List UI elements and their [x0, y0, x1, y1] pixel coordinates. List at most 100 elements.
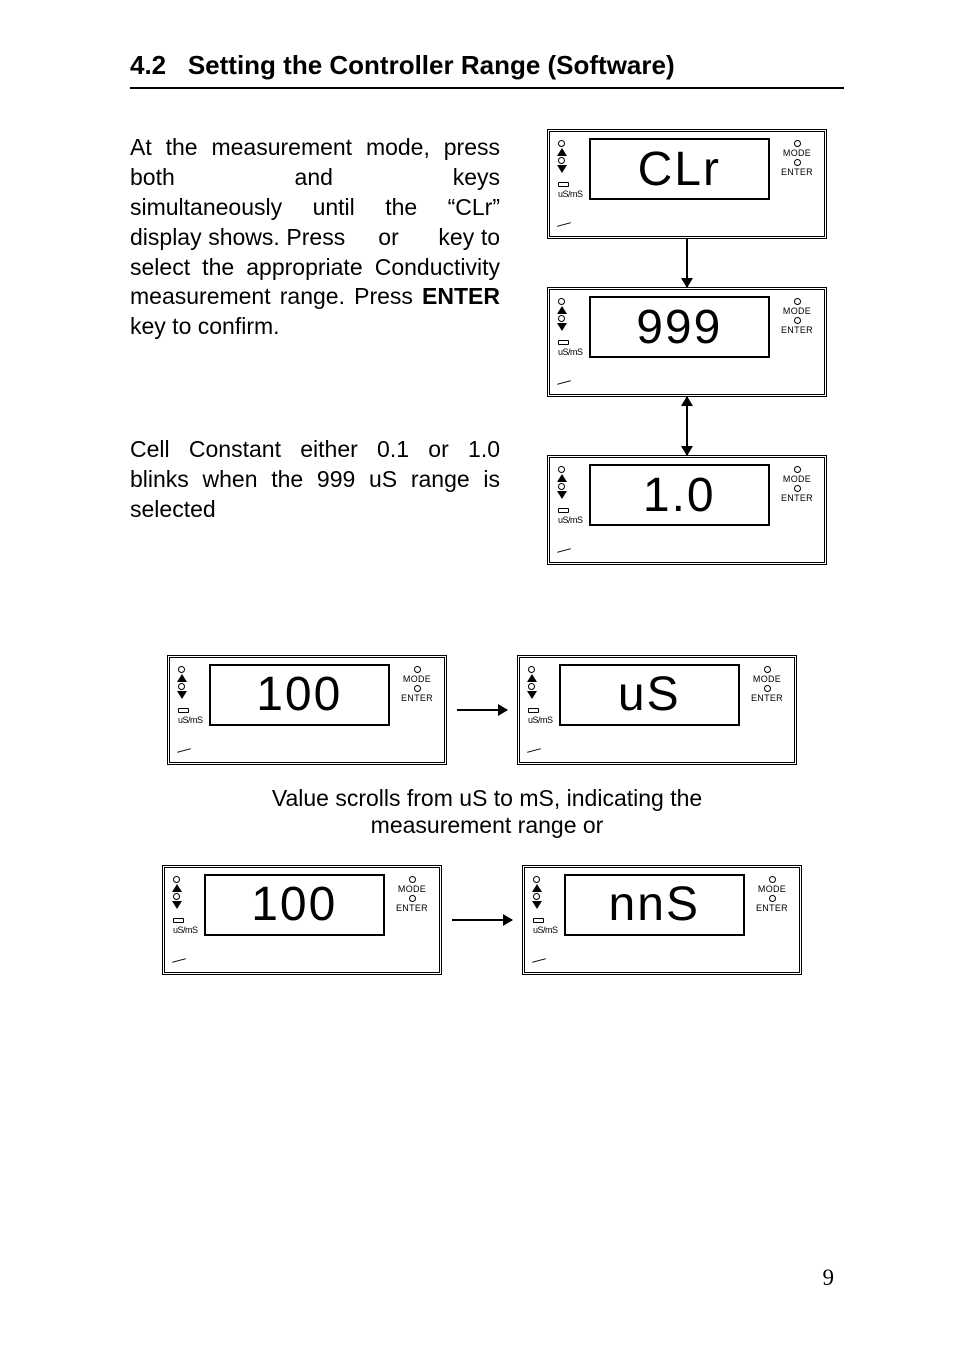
led-icon [173, 876, 180, 883]
led-icon [769, 895, 776, 902]
device-row-1: uS/mS 100 MODE ENTER [120, 655, 844, 765]
left-icon-stack: uS/mS [533, 874, 558, 935]
p1-b: and [295, 164, 333, 190]
enter-label: ENTER [756, 903, 788, 913]
strike-icon [527, 748, 541, 753]
mode-label: MODE [783, 148, 811, 158]
enter-bold: ENTER [422, 283, 500, 309]
lcd-screen: uS [559, 664, 740, 726]
left-icon-stack: uS/mS [558, 464, 583, 525]
led-icon [558, 140, 565, 147]
strike-icon [177, 748, 191, 753]
led-icon [558, 483, 565, 490]
led-icon [794, 159, 801, 166]
lcd-screen: nnS [564, 874, 745, 936]
right-icon-stack: MODE ENTER [391, 874, 433, 913]
down-arrow-icon [557, 165, 567, 173]
usms-label: uS/mS [178, 715, 203, 725]
led-icon [178, 666, 185, 673]
right-icon-stack: MODE ENTER [751, 874, 793, 913]
down-arrow-icon [557, 491, 567, 499]
device-panel-999: uS/mS 999 MODE ENTER [547, 287, 827, 397]
left-icon-stack: uS/mS [558, 296, 583, 357]
led-icon [764, 666, 771, 673]
device-panel-nns: uS/mS nnS MODE ENTER [522, 865, 802, 975]
led-icon [764, 685, 771, 692]
down-arrow-icon [557, 323, 567, 331]
led-icon [794, 485, 801, 492]
mode-label: MODE [403, 674, 431, 684]
up-arrow-icon [557, 306, 567, 314]
device-panel-clr: uS/mS CLr MODE ENTER [547, 129, 827, 239]
heading-number: 4.2 [130, 50, 166, 80]
right-icon-stack: MODE ENTER [746, 664, 788, 703]
strike-icon [557, 548, 571, 553]
usms-label: uS/mS [558, 347, 583, 357]
led-icon [173, 893, 180, 900]
led-icon [533, 876, 540, 883]
lcd-screen: CLr [589, 138, 770, 200]
led-icon [409, 895, 416, 902]
led-icon [794, 140, 801, 147]
arrow-updown-icon [686, 397, 688, 455]
strike-icon [557, 380, 571, 385]
led-icon [794, 466, 801, 473]
enter-label: ENTER [396, 903, 428, 913]
arrow-down-icon [686, 239, 688, 287]
left-icon-stack: uS/mS [528, 664, 553, 725]
usms-label: uS/mS [528, 715, 553, 725]
arrow-right-icon [452, 919, 512, 921]
page-number: 9 [823, 1265, 835, 1291]
bar-icon [558, 340, 569, 345]
down-arrow-icon [532, 901, 542, 909]
mode-label: MODE [783, 306, 811, 316]
left-icon-stack: uS/mS [173, 874, 198, 935]
enter-label: ENTER [781, 167, 813, 177]
led-icon [533, 893, 540, 900]
led-icon [414, 685, 421, 692]
lcd-screen: 1.0 [589, 464, 770, 526]
led-icon [794, 298, 801, 305]
bar-icon [528, 708, 539, 713]
bar-icon [558, 182, 569, 187]
led-icon [794, 317, 801, 324]
left-icon-stack: uS/mS [558, 138, 583, 199]
device-panel-1-0: uS/mS 1.0 MODE ENTER [547, 455, 827, 565]
down-arrow-icon [172, 901, 182, 909]
led-icon [558, 298, 565, 305]
led-icon [409, 876, 416, 883]
led-icon [769, 876, 776, 883]
heading-text: Setting the Controller Range (Software) [188, 50, 675, 80]
down-arrow-icon [527, 691, 537, 699]
led-icon [558, 466, 565, 473]
lcd-screen: 100 [209, 664, 390, 726]
led-icon [178, 683, 185, 690]
bar-icon [533, 918, 544, 923]
arrow-right-icon [457, 709, 507, 711]
device-panel-100b: uS/mS 100 MODE ENTER [162, 865, 442, 975]
up-arrow-icon [557, 474, 567, 482]
caption-text: Value scrolls from uS to mS, indicating … [247, 785, 727, 839]
lcd-screen: 999 [589, 296, 770, 358]
led-icon [414, 666, 421, 673]
mode-label: MODE [783, 474, 811, 484]
lcd-screen: 100 [204, 874, 385, 936]
mode-label: MODE [753, 674, 781, 684]
p1-d: or [378, 224, 398, 250]
usms-label: uS/mS [533, 925, 558, 935]
led-icon [558, 315, 565, 322]
strike-icon [532, 958, 546, 963]
mode-label: MODE [758, 884, 786, 894]
up-arrow-icon [532, 884, 542, 892]
mode-label: MODE [398, 884, 426, 894]
right-icon-stack: MODE ENTER [776, 138, 818, 177]
bar-icon [173, 918, 184, 923]
device-panel-us: uS/mS uS MODE ENTER [517, 655, 797, 765]
enter-label: ENTER [781, 325, 813, 335]
strike-icon [172, 958, 186, 963]
led-icon [528, 666, 535, 673]
bar-icon [558, 508, 569, 513]
usms-label: uS/mS [173, 925, 198, 935]
enter-label: ENTER [751, 693, 783, 703]
bar-icon [178, 708, 189, 713]
